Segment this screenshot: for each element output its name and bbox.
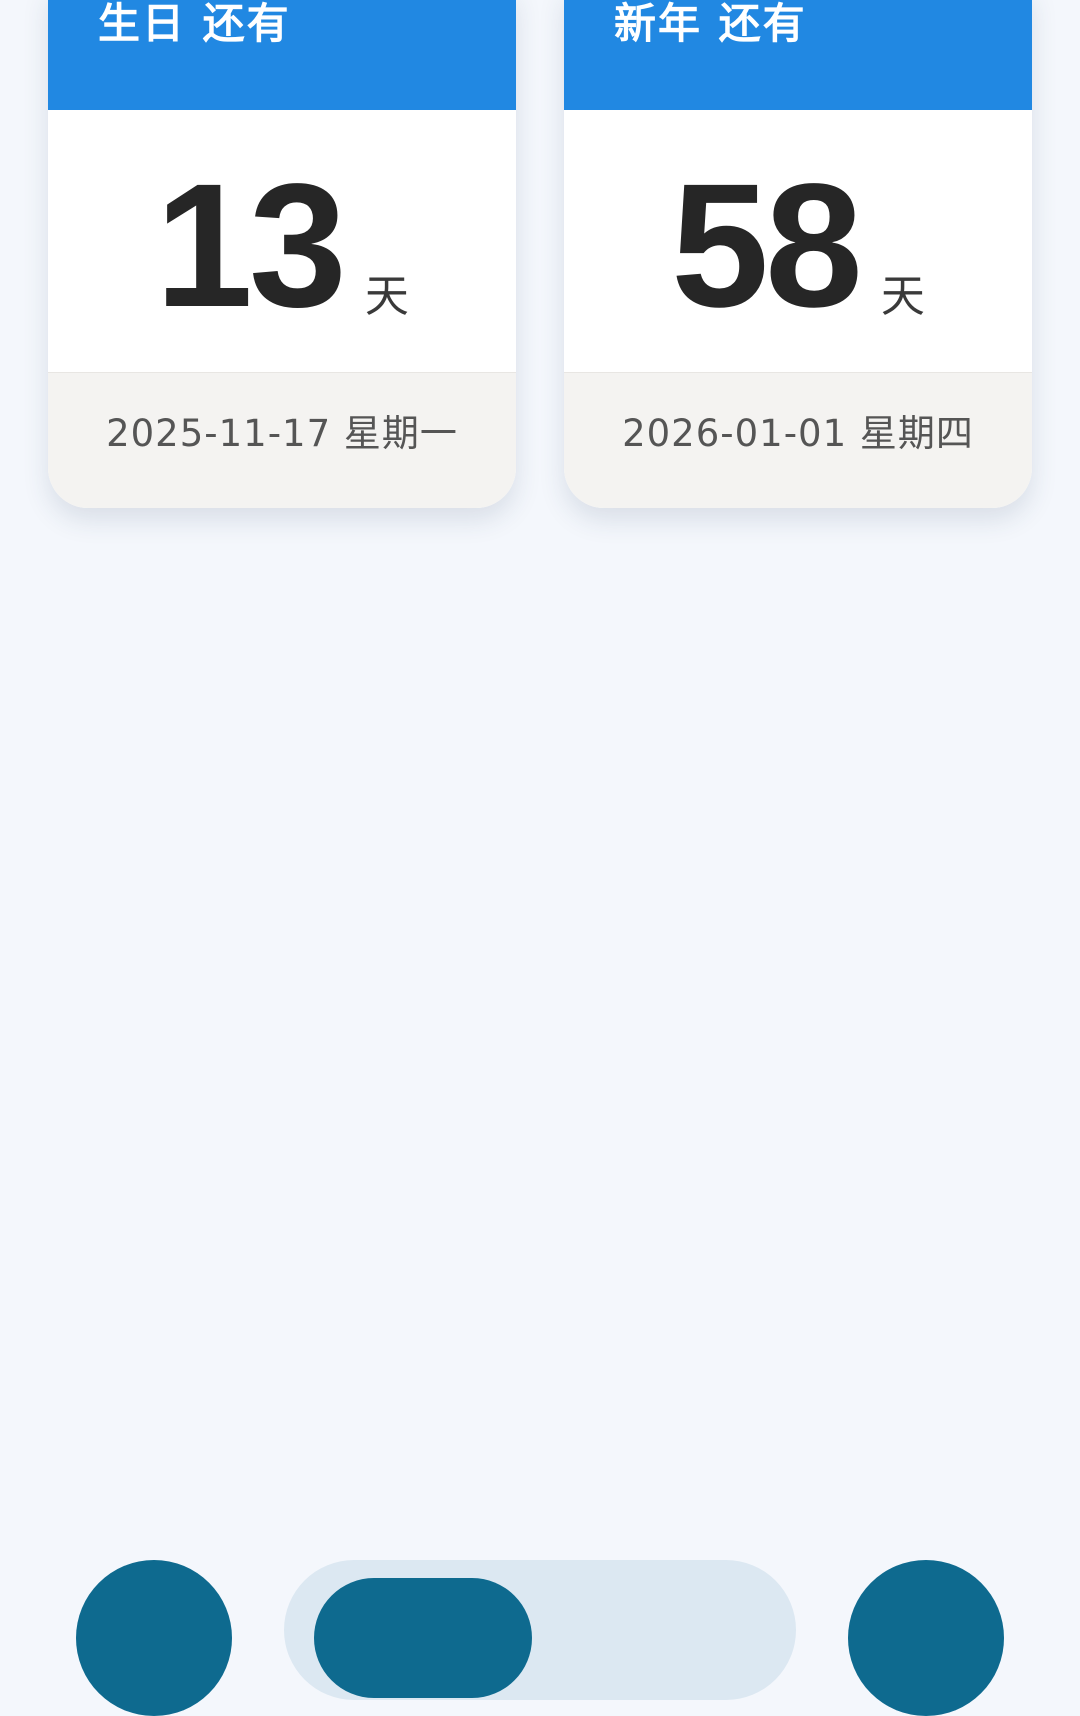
card-body: 13 天 xyxy=(48,110,516,372)
card-header: 新年 还有 xyxy=(564,0,1032,110)
countdown-row: 58 天 xyxy=(564,148,1032,344)
nav-button-left[interactable] xyxy=(76,1560,232,1716)
nav-tab-group[interactable] xyxy=(284,1560,796,1700)
days-remaining-value: 58 xyxy=(671,148,863,344)
countdown-card-birthday[interactable]: 生日 还有 13 天 2025-11-17 星期一 xyxy=(48,0,516,508)
card-footer: 2025-11-17 星期一 xyxy=(48,372,516,508)
card-footer: 2026-01-01 星期四 xyxy=(564,372,1032,508)
days-remaining-value: 13 xyxy=(155,148,347,344)
card-title: 新年 还有 xyxy=(614,0,807,48)
countdown-row: 13 天 xyxy=(48,148,516,344)
nav-tab-active[interactable] xyxy=(314,1578,532,1698)
card-body: 58 天 xyxy=(564,110,1032,372)
days-unit-label: 天 xyxy=(364,271,409,322)
card-title: 生日 还有 xyxy=(98,0,291,48)
target-date: 2026-01-01 星期四 xyxy=(622,412,974,455)
card-header: 生日 还有 xyxy=(48,0,516,110)
target-date: 2025-11-17 星期一 xyxy=(106,412,458,455)
days-unit-label: 天 xyxy=(880,271,925,322)
nav-button-right[interactable] xyxy=(848,1560,1004,1716)
countdown-card-newyear[interactable]: 新年 还有 58 天 2026-01-01 星期四 xyxy=(564,0,1032,508)
